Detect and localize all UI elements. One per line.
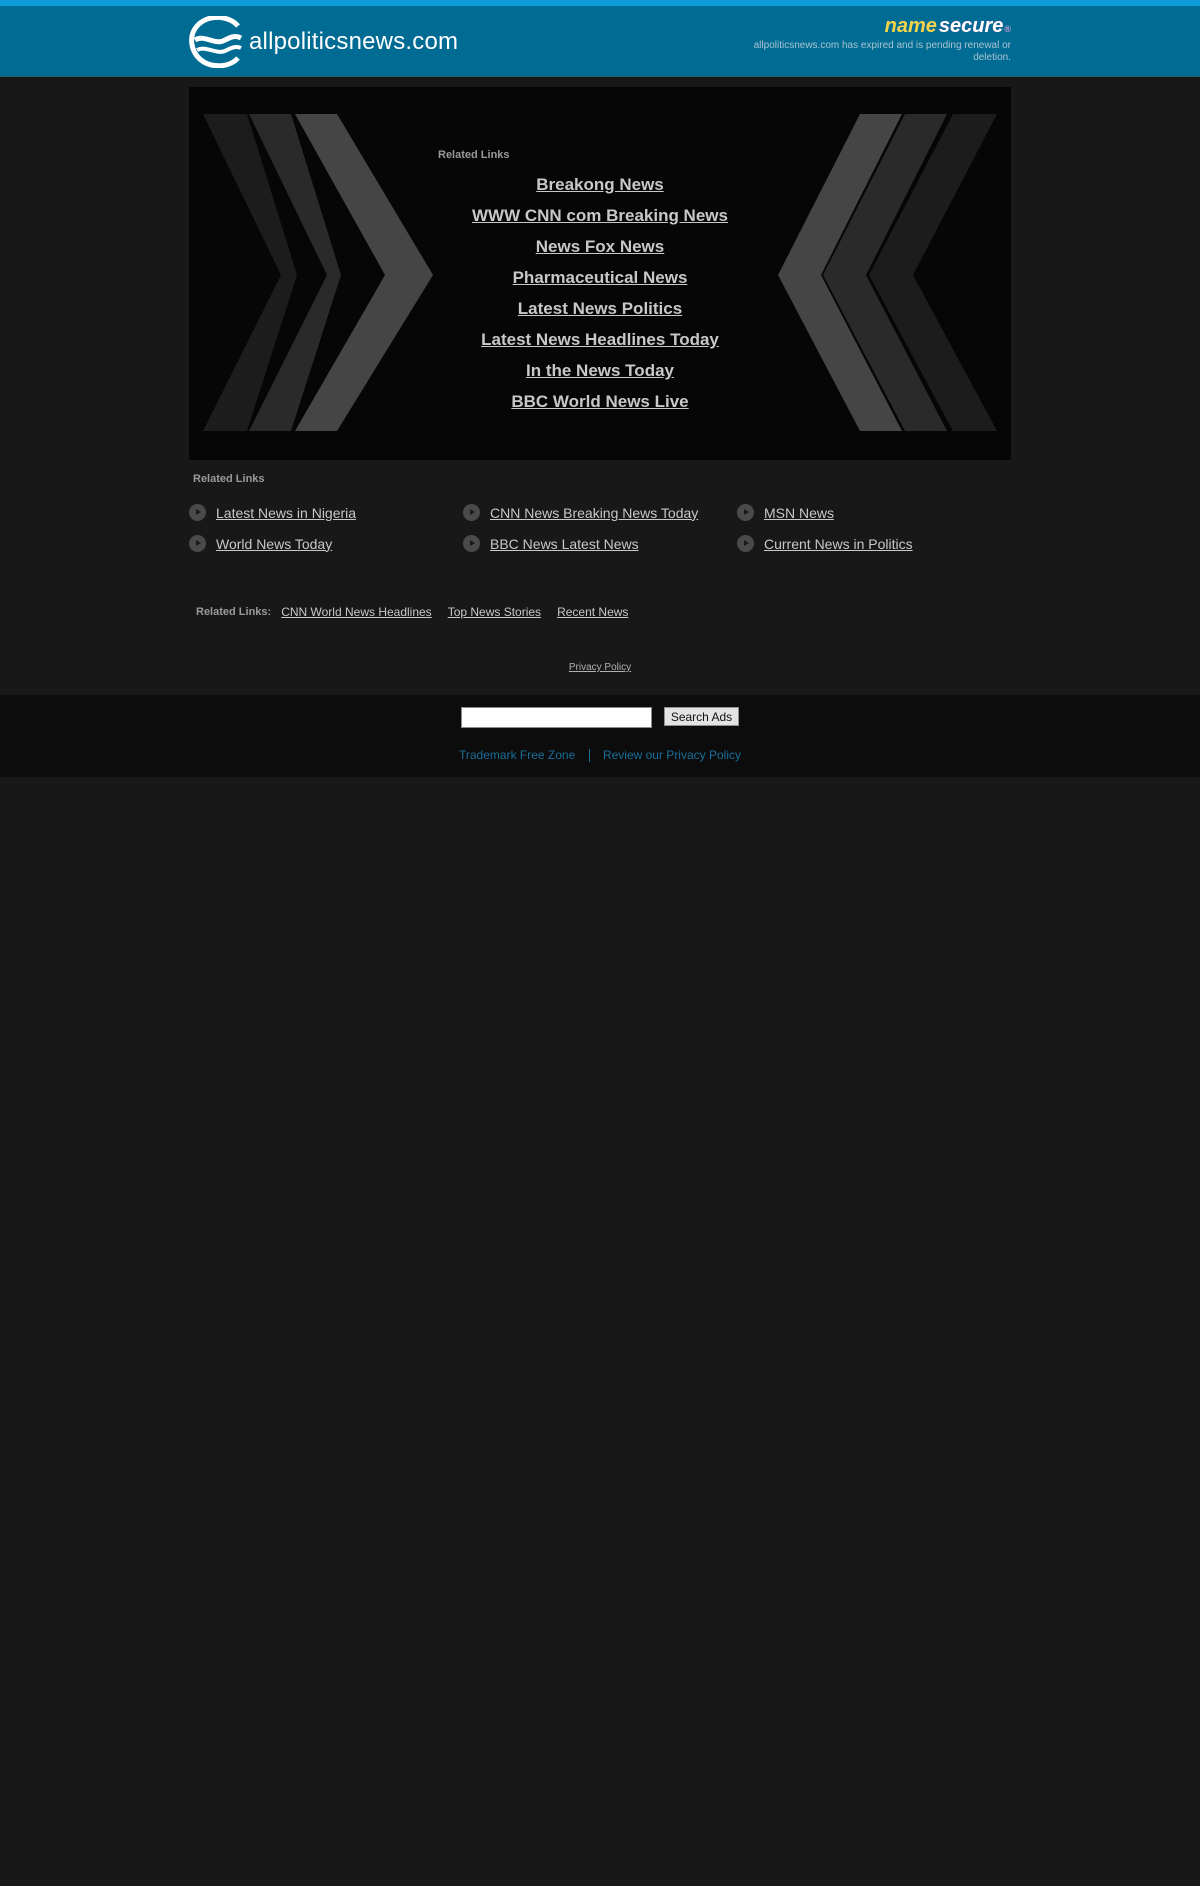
main-content: Related Links Breakong News WWW CNN com … (189, 87, 1011, 673)
related-link[interactable]: BBC News Latest News (490, 536, 639, 552)
arrow-bullet-icon (737, 504, 754, 521)
inline-related-label: Related Links: (196, 606, 272, 618)
search-input[interactable] (460, 707, 652, 728)
trademark-free-zone-link[interactable]: Trademark Free Zone (459, 748, 575, 762)
list-item: World News Today (189, 528, 463, 559)
inline-related-link[interactable]: Recent News (557, 605, 628, 619)
related-links-heading: Related Links (193, 473, 265, 485)
list-item: Latest News in Nigeria (189, 497, 463, 528)
registered-mark: ® (1004, 24, 1011, 34)
related-link[interactable]: CNN News Breaking News Today (490, 505, 698, 521)
arrow-bullet-icon (737, 535, 754, 552)
header: allpoliticsnews.com name secure ® allpol… (0, 6, 1200, 77)
search-ads-button[interactable]: Search Ads (663, 707, 740, 726)
arrow-bullet-icon (189, 535, 206, 552)
related-link[interactable]: MSN News (764, 505, 834, 521)
banner: Related Links Breakong News WWW CNN com … (189, 87, 1011, 460)
arrow-bullet-icon (189, 504, 206, 521)
footer-divider (588, 749, 590, 763)
list-item: MSN News (737, 497, 1011, 528)
list-item: CNN News Breaking News Today (463, 497, 737, 528)
banner-link-list: Breakong News WWW CNN com Breaking News … (189, 175, 1011, 423)
banner-link-bbc-world-news-live[interactable]: BBC World News Live (189, 392, 1011, 423)
banner-link-in-the-news-today[interactable]: In the News Today (189, 361, 1011, 392)
review-privacy-policy-link[interactable]: Review our Privacy Policy (603, 748, 741, 762)
search-form: Search Ads (0, 695, 1200, 728)
footer: Search Ads Trademark Free Zone Review ou… (0, 695, 1200, 777)
related-link[interactable]: World News Today (216, 536, 332, 552)
inline-related-link[interactable]: CNN World News Headlines (281, 605, 432, 619)
banner-heading: Related Links (438, 149, 510, 161)
brand-secure-text: secure (938, 15, 1004, 37)
footer-links: Trademark Free Zone Review our Privacy P… (0, 748, 1200, 763)
banner-link-news-fox-news[interactable]: News Fox News (189, 237, 1011, 268)
privacy-policy-row: Privacy Policy (189, 657, 1011, 673)
related-link[interactable]: Latest News in Nigeria (216, 505, 356, 521)
brand-name-text: name (884, 15, 937, 37)
related-link[interactable]: Current News in Politics (764, 536, 913, 552)
namesecure-brand: name secure ® allpoliticsnews.com has ex… (751, 15, 1011, 64)
arrow-bullet-icon (463, 535, 480, 552)
site-logo[interactable]: allpoliticsnews.com (189, 16, 458, 68)
site-logo-icon (189, 16, 243, 68)
banner-link-latest-headlines-today[interactable]: Latest News Headlines Today (189, 330, 1011, 361)
banner-link-breakong-news[interactable]: Breakong News (189, 175, 1011, 206)
list-item: BBC News Latest News (463, 528, 737, 559)
arrow-bullet-icon (463, 504, 480, 521)
privacy-policy-link[interactable]: Privacy Policy (569, 662, 631, 673)
expiry-notice: allpoliticsnews.com has expired and is p… (753, 40, 1011, 63)
list-item: Current News in Politics (737, 528, 1011, 559)
site-name: allpoliticsnews.com (249, 28, 459, 55)
banner-link-pharmaceutical-news[interactable]: Pharmaceutical News (189, 268, 1011, 299)
inline-related-link[interactable]: Top News Stories (448, 605, 541, 619)
related-links-grid: Latest News in Nigeria CNN News Breaking… (189, 497, 1011, 559)
banner-link-cnn-breaking-news[interactable]: WWW CNN com Breaking News (189, 206, 1011, 237)
namesecure-logo[interactable]: name secure ® (885, 15, 1011, 38)
banner-link-latest-news-politics[interactable]: Latest News Politics (189, 299, 1011, 330)
inline-related-links: Related Links: CNN World News Headlines … (189, 605, 1011, 619)
